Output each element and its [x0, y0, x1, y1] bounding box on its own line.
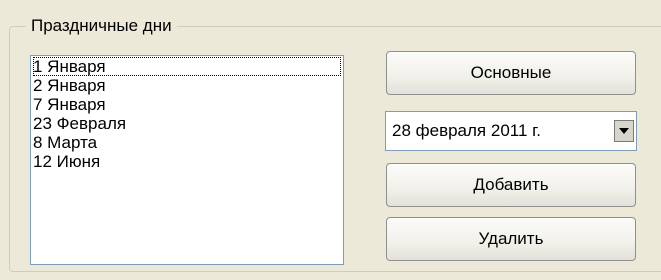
- groupbox-title: Праздничные дни: [26, 13, 177, 39]
- list-item[interactable]: 2 Января: [31, 76, 343, 95]
- add-button-label: Добавить: [473, 175, 549, 194]
- list-item[interactable]: 23 Февраля: [31, 114, 343, 133]
- main-holidays-button[interactable]: Основные: [386, 51, 636, 95]
- list-item[interactable]: 1 Января: [33, 57, 341, 76]
- holidays-listbox[interactable]: 1 Января 2 Января 7 Января 23 Февраля 8 …: [30, 55, 344, 265]
- delete-button-label: Удалить: [478, 229, 544, 248]
- list-item[interactable]: 12 Июня: [31, 152, 343, 171]
- list-item[interactable]: 8 Марта: [31, 133, 343, 152]
- date-picker[interactable]: 28 февраля 2011 г.: [385, 111, 637, 151]
- list-item[interactable]: 7 Января: [31, 95, 343, 114]
- main-holidays-button-label: Основные: [470, 63, 552, 82]
- dropdown-arrow-icon: [619, 128, 629, 134]
- delete-button[interactable]: Удалить: [386, 217, 636, 261]
- add-button[interactable]: Добавить: [386, 163, 636, 207]
- date-picker-dropdown-button[interactable]: [614, 120, 634, 142]
- date-picker-value[interactable]: 28 февраля 2011 г.: [392, 112, 541, 150]
